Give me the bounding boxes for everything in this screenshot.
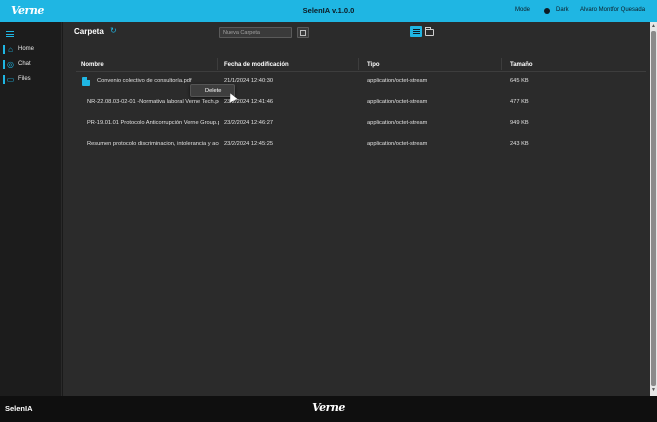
sidebar-item-label: Chat: [18, 61, 31, 67]
sidebar-item-label: Home: [18, 46, 35, 52]
file-type: application/octet-stream: [367, 141, 428, 147]
file-type: application/octet-stream: [367, 78, 428, 84]
file-type: application/octet-stream: [367, 99, 428, 105]
mode-label: Mode: [515, 7, 531, 13]
sidebar-item-label: Files: [18, 76, 31, 82]
sidebar: ⌂ Home ◎ Chat ▭ Files: [0, 22, 62, 396]
top-bar: Verne SelenIA v.1.0.0 Mode Dark Alvaro M…: [0, 0, 657, 22]
chat-icon: ◎: [7, 60, 14, 69]
user-name[interactable]: Alvaro Montfor Quesada: [580, 7, 645, 13]
scroll-up-icon[interactable]: ▲: [651, 24, 656, 29]
column-header-date[interactable]: Fecha de modificación: [224, 57, 289, 71]
file-date: 23/2/2024 12:46:27: [224, 120, 274, 126]
file-date: 23/2/2024 12:45:25: [224, 141, 274, 147]
column-header-size[interactable]: Tamaño: [510, 57, 533, 71]
file-size: 243 KB: [510, 141, 529, 147]
scrollbar-thumb[interactable]: [651, 31, 656, 386]
sidebar-item-files[interactable]: ▭ Files: [0, 74, 62, 86]
file-icon: [82, 77, 90, 86]
menu-icon[interactable]: [6, 31, 14, 37]
table-row[interactable]: NR-22.08.03-02-01 -Normativa laboral Ver…: [76, 93, 646, 114]
sidebar-item-chat[interactable]: ◎ Chat: [0, 59, 62, 71]
save-folder-button[interactable]: [297, 27, 309, 38]
file-name: NR-22.08.03-02-01 -Normativa laboral Ver…: [87, 99, 219, 105]
home-icon: ⌂: [8, 45, 13, 54]
list-view-button[interactable]: [410, 26, 422, 37]
folder-title: Carpeta: [74, 27, 104, 36]
folder-icon: [425, 27, 434, 36]
file-size: 949 KB: [510, 120, 529, 126]
files-icon: ▭: [6, 75, 15, 84]
table-row[interactable]: PR-19.01.01 Protocolo Anticorrupción Ver…: [76, 114, 646, 135]
column-header-name[interactable]: Nombre: [81, 57, 104, 71]
column-header-type[interactable]: Tipo: [367, 57, 380, 71]
table-row[interactable]: Convenio colectivo de consultoría.pdf 21…: [76, 72, 646, 93]
active-indicator: [3, 75, 5, 84]
active-indicator: [3, 60, 5, 69]
scroll-down-icon[interactable]: ▼: [651, 388, 656, 393]
file-name: Resumen protocolo discriminacion, intole…: [87, 141, 219, 147]
new-folder-input[interactable]: [219, 27, 292, 38]
file-size: 645 KB: [510, 78, 529, 84]
refresh-icon[interactable]: ↻: [110, 27, 118, 35]
footer-logo: Verne: [312, 401, 345, 414]
sidebar-item-home[interactable]: ⌂ Home: [0, 44, 62, 56]
folder-view-button[interactable]: [424, 27, 435, 37]
theme-label: Dark: [556, 7, 569, 13]
table-row[interactable]: Resumen protocolo discriminacion, intole…: [76, 135, 646, 156]
file-type: application/octet-stream: [367, 120, 428, 126]
footer: SelenIA Verne: [0, 396, 657, 422]
save-icon: [300, 29, 306, 36]
theme-toggle[interactable]: [544, 7, 550, 14]
file-size: 477 KB: [510, 99, 529, 105]
file-name: PR-19.01.01 Protocolo Anticorrupción Ver…: [87, 120, 219, 126]
active-indicator: [3, 45, 5, 54]
delete-menu-item[interactable]: Delete: [205, 88, 221, 94]
